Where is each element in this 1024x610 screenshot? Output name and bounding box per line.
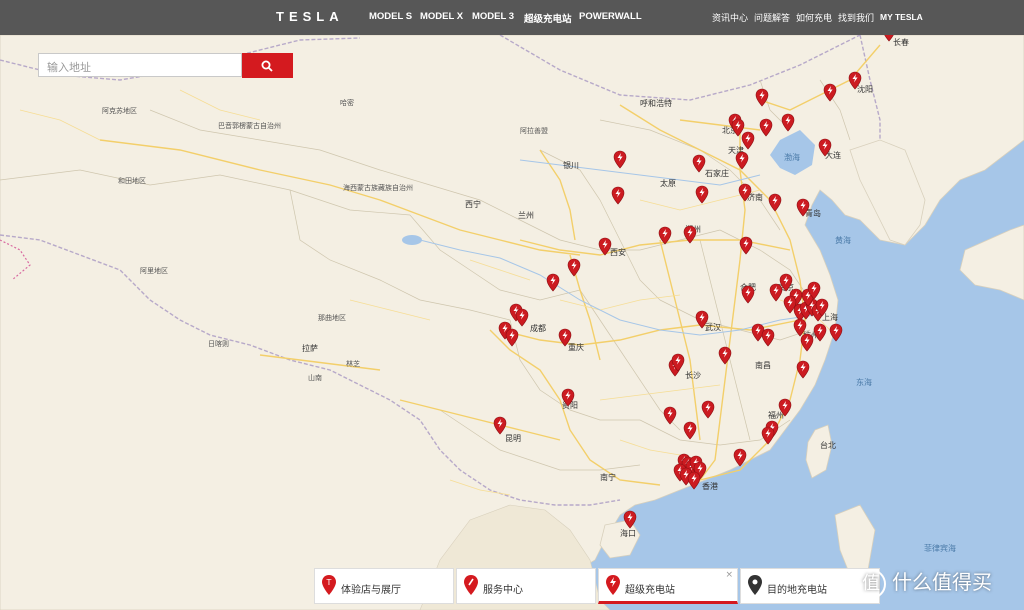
search-icon — [261, 60, 273, 72]
svg-text:银川: 银川 — [563, 160, 579, 170]
svg-text:沈阳: 沈阳 — [857, 84, 873, 94]
svg-text:兰州: 兰州 — [518, 210, 534, 220]
svg-text:日喀则: 日喀则 — [208, 339, 229, 348]
svg-text:长沙: 长沙 — [685, 370, 701, 380]
legend-label-destination: 目的地充电站 — [767, 585, 827, 596]
map-canvas[interactable]: 渤海 黄海 东海 菲律宾海 阿克苏地区 和田地区 巴音郭楞蒙古自治州 哈密 海西… — [0, 35, 1024, 610]
tesla-logo[interactable]: TESLA — [276, 9, 344, 24]
svg-text:香港: 香港 — [702, 481, 718, 491]
svg-text:阿里地区: 阿里地区 — [140, 266, 168, 275]
svg-text:昆明: 昆明 — [505, 434, 521, 443]
destination-pin-icon — [748, 575, 762, 595]
sea-label-philippine-sea: 菲律宾海 — [924, 543, 956, 553]
svg-text:台北: 台北 — [820, 440, 836, 450]
svg-text:南昌: 南昌 — [755, 360, 771, 370]
svg-text:那曲地区: 那曲地区 — [318, 313, 346, 322]
svg-text:西安: 西安 — [610, 247, 626, 257]
svg-text:石家庄: 石家庄 — [705, 168, 729, 178]
nav-model-s[interactable]: MODEL S — [369, 11, 412, 22]
svg-text:成都: 成都 — [530, 323, 546, 333]
svg-text:阿克苏地区: 阿克苏地区 — [102, 106, 137, 115]
nav-model-3[interactable]: MODEL 3 — [472, 11, 514, 22]
watermark-logo: 值什么值得买 — [856, 566, 992, 599]
legend-label-supercharger: 超级充电站 — [625, 585, 675, 596]
address-search-input[interactable]: 输入地址 — [38, 53, 242, 77]
svg-text:拉萨: 拉萨 — [302, 343, 318, 353]
svg-text:长春: 长春 — [893, 37, 909, 47]
svg-text:太原: 太原 — [660, 178, 676, 188]
close-icon[interactable]: × — [725, 570, 733, 580]
wrench-pin-icon — [464, 575, 478, 595]
supercharger-pin-icon — [606, 575, 620, 595]
legend-service-center[interactable]: 服务中心 — [456, 568, 596, 604]
svg-text:山南: 山南 — [308, 373, 322, 382]
svg-text:海西蒙古族藏族自治州: 海西蒙古族藏族自治州 — [343, 183, 413, 192]
nav-faq[interactable]: 问题解答 — [754, 11, 790, 24]
svg-text:福州: 福州 — [768, 411, 784, 420]
sea-label-east-china-sea: 东海 — [856, 377, 872, 387]
watermark-text: 什么值得买 — [892, 570, 992, 594]
nav-news[interactable]: 资讯中心 — [712, 11, 748, 24]
sea-label-yellow-sea: 黄海 — [835, 235, 851, 245]
nav-model-x[interactable]: MODEL X — [420, 11, 463, 22]
qinghai-lake — [402, 235, 422, 245]
legend-label-service: 服务中心 — [483, 585, 523, 596]
svg-text:武汉: 武汉 — [705, 322, 721, 332]
svg-text:和田地区: 和田地区 — [118, 176, 146, 185]
watermark-symbol: 值 — [856, 568, 886, 599]
search-button[interactable] — [242, 53, 293, 78]
nav-powerwall[interactable]: POWERWALL — [579, 11, 642, 22]
svg-text:林芝: 林芝 — [346, 359, 360, 368]
legend-label-showroom: 体验店与展厅 — [341, 585, 401, 596]
svg-text:T: T — [326, 578, 332, 587]
tesla-pin-icon: T — [322, 575, 336, 595]
svg-text:南宁: 南宁 — [600, 472, 616, 482]
svg-text:重庆: 重庆 — [568, 342, 584, 352]
svg-text:呼和浩特: 呼和浩特 — [640, 98, 672, 108]
nav-my-tesla[interactable]: MY TESLA — [880, 12, 923, 22]
svg-text:巴音郭楞蒙古自治州: 巴音郭楞蒙古自治州 — [218, 121, 281, 130]
nav-supercharger[interactable]: 超级充电站 — [524, 11, 572, 25]
legend-supercharger[interactable]: 超级充电站 × — [598, 568, 738, 604]
svg-text:哈密: 哈密 — [340, 98, 354, 107]
sea-label-bohai: 渤海 — [784, 152, 800, 162]
svg-text:西宁: 西宁 — [465, 199, 481, 209]
svg-text:海口: 海口 — [620, 528, 636, 538]
nav-find-us[interactable]: 找到我们 — [838, 11, 874, 24]
top-navigation-bar: TESLA MODEL S MODEL X MODEL 3 超级充电站 POWE… — [0, 0, 1024, 35]
legend-showroom[interactable]: T 体验店与展厅 — [314, 568, 454, 604]
nav-how-to-charge[interactable]: 如何充电 — [796, 11, 832, 24]
svg-text:阿拉善盟: 阿拉善盟 — [520, 126, 548, 135]
